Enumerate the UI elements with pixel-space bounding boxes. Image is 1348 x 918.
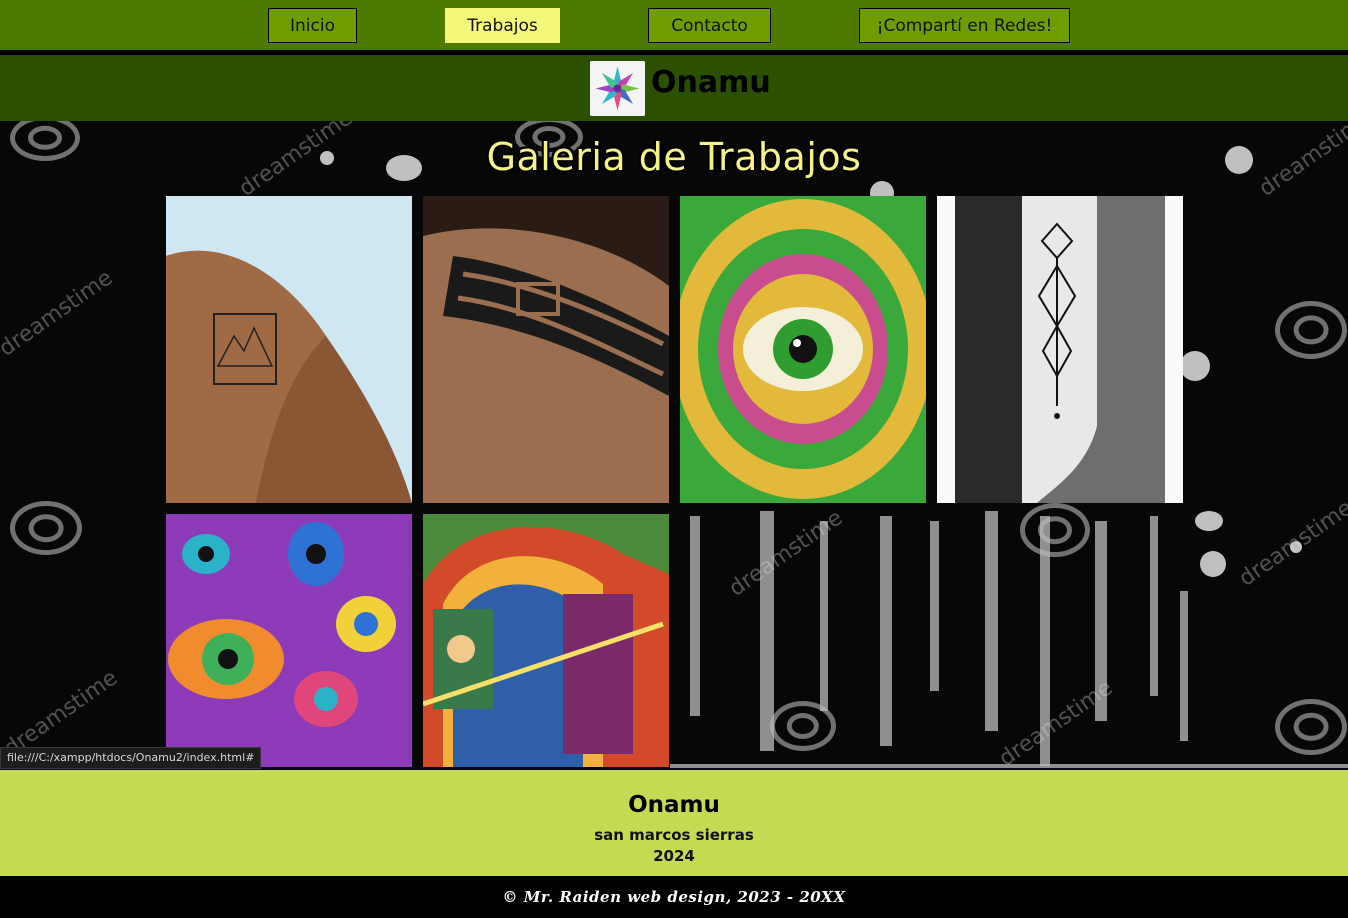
nav-inicio-button[interactable]: Inicio [268,8,357,43]
footer-year: 2024 [653,847,695,865]
site-footer: Onamu san marcos sierras 2024 [0,770,1348,876]
brand-header: Onamu [0,55,1348,121]
top-navigation: Inicio Trabajos Contacto ¡Compartí en Re… [0,0,1348,50]
nav-contacto-button[interactable]: Contacto [648,8,771,43]
footer-name: Onamu [628,792,720,818]
gallery-title: Galeria de Trabajos [486,135,862,179]
nav-trabajos-button[interactable]: Trabajos [445,8,560,43]
brand-logo-icon[interactable] [590,61,645,116]
gallery-image-psychedelic-arches[interactable] [423,514,669,767]
gallery-section: dreamstime dreamstime dreamstime dreamst… [0,121,1348,770]
nav-compartir-redes-button[interactable]: ¡Compartí en Redes! [859,8,1070,43]
copyright-text: © Mr. Raiden web design, 2023 - 20XX [502,888,846,906]
gallery-image-geometric-tattoo[interactable] [937,196,1183,503]
gallery-image-armband-tattoo[interactable] [423,196,669,503]
footer-location: san marcos sierras [594,826,754,844]
copyright-bar: © Mr. Raiden web design, 2023 - 20XX [0,876,1348,918]
browser-status-bar: file:///C:/xampp/htdocs/Onamu2/index.htm… [0,747,262,769]
brand-name: Onamu [651,65,771,100]
gallery-image-psychedelic-eye[interactable] [680,196,926,503]
gallery-image-colorful-eyes[interactable] [166,514,412,767]
gallery-image-shoulder-tattoo[interactable] [166,196,412,503]
